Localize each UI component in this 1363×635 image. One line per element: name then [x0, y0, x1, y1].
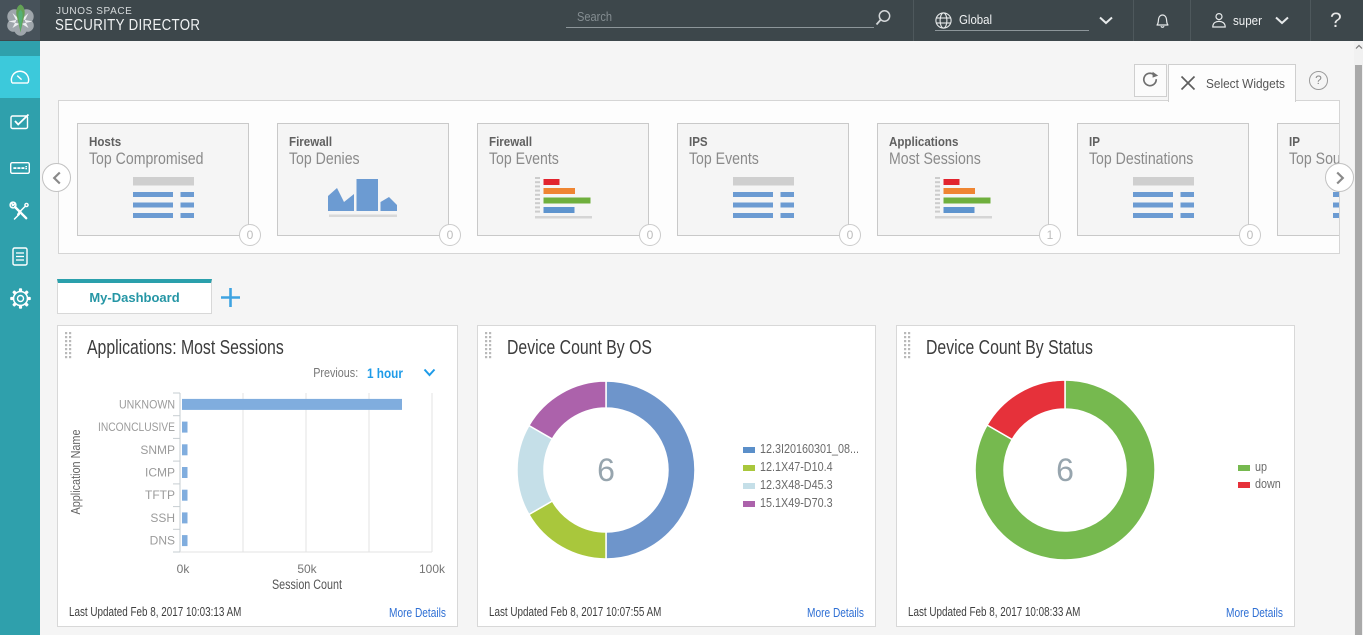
- svg-text:SSH: SSH: [150, 511, 175, 525]
- svg-text:Session Count: Session Count: [272, 577, 342, 592]
- svg-text:TFTP: TFTP: [145, 488, 175, 502]
- svg-text:100k: 100k: [419, 562, 446, 576]
- svg-text:Application Name: Application Name: [68, 430, 83, 515]
- svg-text:ICMP: ICMP: [145, 466, 175, 480]
- svg-text:SNMP: SNMP: [140, 443, 175, 457]
- svg-text:50k: 50k: [297, 562, 317, 576]
- svg-text:0k: 0k: [177, 562, 191, 576]
- svg-text:DNS: DNS: [150, 534, 175, 548]
- svg-text:UNKNOWN: UNKNOWN: [119, 397, 175, 411]
- svg-text:INCONCLUSIVE: INCONCLUSIVE: [98, 420, 175, 434]
